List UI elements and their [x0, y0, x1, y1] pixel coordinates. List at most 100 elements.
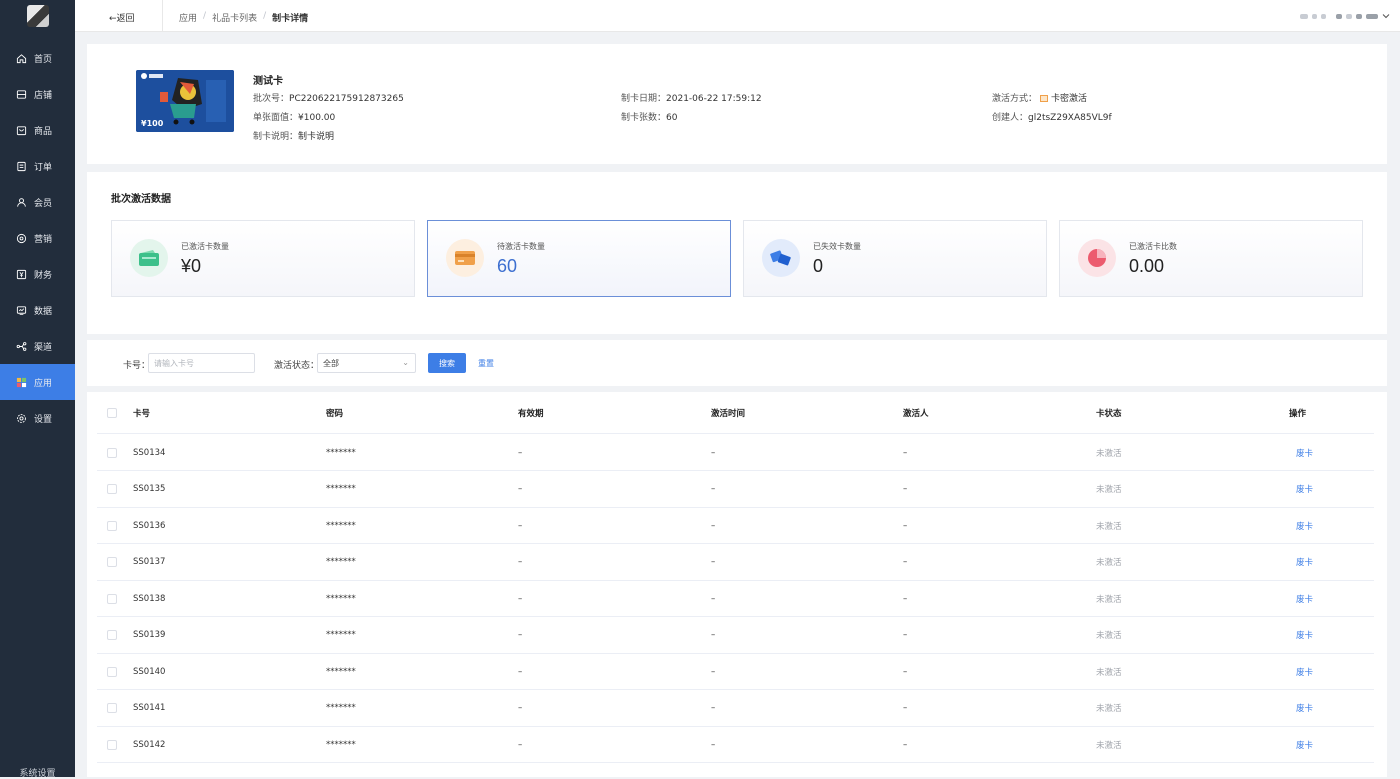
sidebar-item-goods[interactable]: 商品: [0, 112, 75, 148]
sidebar-item-label: 财务: [34, 270, 53, 281]
activation-time: –: [711, 630, 716, 640]
card-status: 未激活: [1096, 558, 1122, 568]
void-card-link[interactable]: 废卡: [1296, 520, 1313, 532]
column-header[interactable]: 卡号: [133, 407, 150, 419]
column-header[interactable]: 激活人: [903, 407, 929, 419]
activation-time: –: [711, 666, 716, 677]
row-checkbox[interactable]: [107, 520, 117, 531]
count-label: 制卡张数：: [621, 113, 667, 123]
status-label: 激活状态：: [274, 361, 320, 371]
activation-time: –: [711, 520, 716, 531]
row-checkbox[interactable]: [107, 666, 117, 677]
activator: –: [903, 593, 908, 604]
sidebar-item-marketing[interactable]: 营销: [0, 220, 75, 256]
card-status: 未激活: [1096, 704, 1122, 714]
card-count: 制卡张数：60: [621, 110, 677, 123]
column-header[interactable]: 密码: [326, 407, 343, 419]
top-bar: ←返回 应用 / 礼品卡列表 / 制卡详情: [75, 0, 1400, 32]
batch-label: 批次号：: [253, 94, 290, 104]
activator: –: [903, 447, 908, 458]
row-checkbox[interactable]: [107, 557, 117, 567]
card-status: 未激活: [1096, 631, 1122, 641]
table-row: SS0134 ******* – – – 未激活 废卡: [97, 435, 1374, 471]
table-row: SS0138 ******* – – – 未激活 废卡: [97, 581, 1374, 617]
row-checkbox[interactable]: [107, 630, 117, 640]
row-checkbox[interactable]: [107, 739, 117, 750]
row-checkbox[interactable]: [107, 593, 117, 604]
sidebar-item-label: 营销: [34, 234, 53, 245]
sidebar-item-channel[interactable]: 渠道: [0, 328, 75, 364]
sidebar-footer[interactable]: 系统设置: [0, 766, 75, 779]
avatar[interactable]: [26, 5, 49, 27]
sidebar-item-member[interactable]: 会员: [0, 184, 75, 220]
chevron-down-icon: [1382, 14, 1390, 19]
status-select[interactable]: 全部 ⌄: [317, 353, 416, 373]
card-password: *******: [326, 739, 356, 750]
logo: [0, 0, 75, 32]
validity: –: [518, 739, 523, 750]
back-button[interactable]: ←返回: [109, 11, 135, 24]
reset-button[interactable]: 重置: [478, 358, 494, 369]
validity: –: [518, 557, 523, 567]
stat-card-expired[interactable]: 已失效卡数量 0: [743, 220, 1047, 297]
batch-number: 批次号：PC220622175912873265: [253, 91, 404, 104]
card-password: *******: [326, 484, 356, 494]
select-all-checkbox[interactable]: [107, 407, 117, 418]
table-row: SS0139 ******* – – – 未激活 废卡: [97, 618, 1374, 654]
void-card-link[interactable]: 废卡: [1296, 702, 1313, 714]
face-value-amount: ¥100.00: [298, 113, 336, 123]
card-password: *******: [326, 593, 356, 604]
card-number: SS0139: [133, 630, 166, 640]
sidebar-item-store[interactable]: 店铺: [0, 76, 75, 112]
row-checkbox[interactable]: [107, 484, 117, 494]
breadcrumb-gift-card-list[interactable]: 礼品卡列表: [212, 11, 257, 24]
card-number: SS0137: [133, 557, 166, 567]
row-checkbox[interactable]: [107, 447, 117, 458]
breadcrumb-apps[interactable]: 应用: [179, 11, 197, 24]
make-date: 制卡日期：2021-06-22 17:59:12: [621, 91, 762, 104]
user-menu[interactable]: [1300, 12, 1390, 20]
column-header[interactable]: 操作: [1289, 407, 1306, 419]
column-header[interactable]: 卡状态: [1096, 407, 1122, 419]
stat-card-ratio[interactable]: 已激活卡比数 0.00: [1059, 220, 1363, 297]
sidebar-item-order[interactable]: 订单: [0, 148, 75, 184]
desc-value: 制卡说明: [298, 132, 335, 142]
breadcrumb-separator: /: [203, 11, 207, 21]
data-icon: [16, 305, 27, 315]
sidebar-item-finance[interactable]: 财务: [0, 256, 75, 292]
sidebar-item-label: 商品: [34, 126, 53, 137]
card-password: *******: [326, 447, 356, 458]
search-button[interactable]: 搜索: [428, 353, 466, 373]
void-card-link[interactable]: 废卡: [1296, 739, 1313, 751]
sidebar-item-data[interactable]: 数据: [0, 292, 75, 328]
sidebar-item-settings[interactable]: 设置: [0, 400, 75, 436]
void-card-link[interactable]: 废卡: [1296, 556, 1313, 568]
activator: –: [903, 557, 908, 567]
void-card-link[interactable]: 废卡: [1296, 629, 1313, 641]
method-value: 卡密激活: [1051, 94, 1088, 104]
stat-card-pending[interactable]: 待激活卡数量 60: [427, 220, 731, 297]
column-header[interactable]: 激活时间: [711, 407, 745, 419]
activation-time: –: [711, 557, 716, 567]
sidebar-item-apps[interactable]: 应用: [0, 364, 75, 400]
method-label: 激活方式：: [992, 94, 1038, 104]
sidebar-item-label: 渠道: [34, 342, 53, 353]
card-status: 未激活: [1096, 740, 1122, 751]
card-no-input[interactable]: 请输入卡号: [148, 353, 255, 373]
stat-card-activated[interactable]: 已激活卡数量 ¥0: [111, 220, 415, 297]
batch-value: PC220622175912873265: [289, 94, 404, 104]
void-card-link[interactable]: 废卡: [1296, 593, 1313, 605]
void-card-link[interactable]: 废卡: [1296, 447, 1313, 459]
card-password: *******: [326, 630, 356, 640]
sidebar-item-home[interactable]: 首页: [0, 40, 75, 76]
void-card-link[interactable]: 废卡: [1296, 666, 1313, 678]
column-header[interactable]: 有效期: [518, 407, 544, 419]
validity: –: [518, 666, 523, 677]
card-status: 未激活: [1096, 667, 1122, 678]
user-icon: [17, 197, 26, 207]
user-info-blurred: [1366, 13, 1378, 19]
batch-stats-panel: 批次激活数据 已激活卡数量 ¥0 待激活卡数量 60 已失效卡数量 0 已激活卡…: [87, 172, 1387, 334]
row-checkbox[interactable]: [107, 703, 117, 713]
card-number: SS0134: [133, 447, 166, 458]
void-card-link[interactable]: 废卡: [1296, 483, 1313, 495]
